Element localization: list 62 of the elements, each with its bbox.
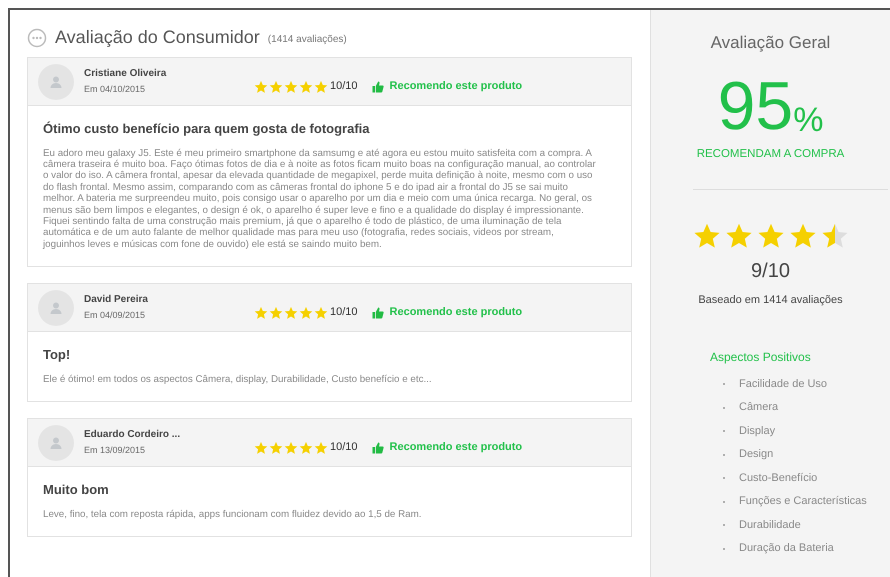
star-icon xyxy=(254,80,268,94)
thumbs-up-icon xyxy=(372,80,384,92)
review-score: 10/10 xyxy=(330,79,358,94)
star-icon xyxy=(788,222,816,250)
positive-aspect: Durabilidade xyxy=(739,518,801,533)
star-icon xyxy=(269,440,283,455)
positive-aspect: Facilidade de Uso xyxy=(739,376,828,392)
positive-aspect: Custo-Benefício xyxy=(739,470,818,486)
avatar-icon xyxy=(38,64,74,100)
positive-aspect: Funções e Características xyxy=(739,494,867,510)
star-icon xyxy=(269,306,283,320)
based-on-text: Baseado em 1414 avaliações xyxy=(698,292,843,308)
review-date: Em 04/10/2015 xyxy=(84,83,146,96)
recommend-label: Recomendo este produto xyxy=(390,79,522,94)
star-icon xyxy=(284,306,298,320)
star-icon xyxy=(692,222,720,250)
star-icon xyxy=(269,80,283,94)
star-icon xyxy=(299,80,313,94)
review-score: 10/10 xyxy=(330,440,358,456)
review-title: Top! xyxy=(43,346,72,364)
star-icon xyxy=(284,80,298,94)
star-icon xyxy=(299,440,313,455)
avatar-icon xyxy=(38,424,74,461)
review-date: Em 13/09/2015 xyxy=(84,444,146,458)
recommend-caption: RECOMENDAM A COMPRA xyxy=(696,146,844,162)
recommend-label: Recomendo este produto xyxy=(390,440,522,456)
recommend-label: Recomendo este produto xyxy=(390,305,522,320)
reviewer-name: Eduardo Cordeiro ... xyxy=(84,428,182,442)
overall-title: Avaliação Geral xyxy=(710,32,830,54)
star-icon xyxy=(254,306,268,320)
star-icon xyxy=(314,306,328,320)
recommend-percent: 95 xyxy=(718,72,794,140)
review-title: Muito bom xyxy=(43,481,110,500)
review-score: 10/10 xyxy=(330,305,358,320)
reviewer-name: David Pereira xyxy=(84,293,149,308)
thumbs-up-icon xyxy=(372,306,384,319)
positive-aspect: Design xyxy=(739,447,774,462)
positive-aspect: Câmera xyxy=(739,400,778,416)
avatar-icon xyxy=(38,290,74,326)
chat-bubble-icon xyxy=(27,28,47,48)
review-text: Leve, fino, tela com reposta rápida, apps funcionam com fluidez devido ao 1,5 de Ram. xyxy=(43,508,422,520)
review-text: Eu adoro meu galaxy J5. Este é meu primeiro smartphone da samsumg e até agora eu estou muito satisfeita com a compra. A câmera traseira é muito boa. Faço ótimas fotos de dia e à noite as fotos ficam muito boas na configuração manual, ao controlar o valor do iso. A câmera frontal, apesar da elevada quantidade de megapixel, perde muita definição à noite, mesmo com o uso do flash frontal. Mesmo assim, comparando com as câmeras frontal do iphone 5 e do ipad air a frontal do J5 se sai muito melhor. A bateria me surpreendeu muito, pois consigo usar o aparelho por um dia e meio com uma única recarga. No geral, os menus são bem limpos e elegantes, o design é ok, o aparelho é super leve e fino e a qualidade do display é impressionante. Fiquei sentindo falta de uma construção mais premium, já que o aparelho é todo de plástico, de uma iluminação de tela automática e de um auto falante de melhor qualidade mas para meu uso (fotografia, redes sociais, videos por stream, joguinhos leves e músicas com fone de ouvido) ele está se saindo muito bem. xyxy=(43,148,597,250)
positive-aspect: Duração da Bateria xyxy=(739,541,834,556)
star-icon xyxy=(314,80,328,94)
review-text: Ele é ótimo! em todos os aspectos Câmera, display, Durabilidade, Custo benefício e etc... xyxy=(43,374,433,386)
star-icon xyxy=(314,440,328,455)
review-title: Ótimo custo benefício para quem gosta de fotografia xyxy=(43,120,370,138)
review-count: (1414 avaliações) xyxy=(268,32,347,46)
positive-aspect: Display xyxy=(739,424,776,439)
review-date: Em 04/09/2015 xyxy=(84,309,146,322)
overall-score: 9/10 xyxy=(751,258,790,284)
star-icon xyxy=(299,306,313,320)
star-icon xyxy=(820,222,848,250)
positives-title: Aspectos Positivos xyxy=(710,349,812,366)
percent-sign: % xyxy=(793,100,824,140)
star-icon xyxy=(254,440,268,455)
star-icon xyxy=(284,440,298,455)
star-icon xyxy=(756,222,784,250)
reviewer-name: Cristiane Oliveira xyxy=(84,67,168,82)
thumbs-up-icon xyxy=(372,442,384,454)
star-icon xyxy=(724,222,752,250)
section-title: Avaliação do Consumidor xyxy=(55,26,260,49)
